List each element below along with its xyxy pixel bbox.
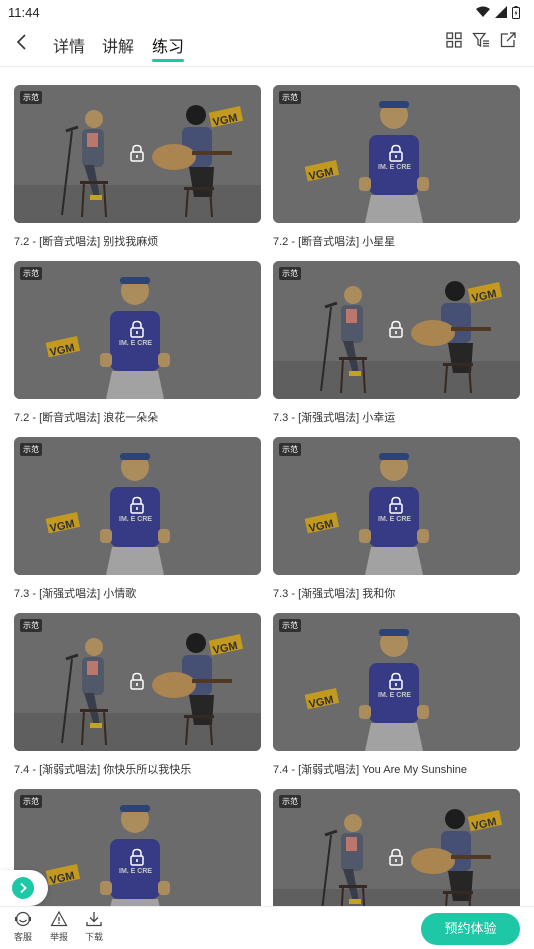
lock-icon — [129, 144, 145, 162]
demo-badge: 示范 — [279, 267, 301, 280]
floating-expand-button[interactable] — [0, 870, 48, 906]
lock-icon — [388, 672, 404, 690]
lock-icon — [129, 848, 145, 866]
warning-icon — [50, 910, 68, 927]
battery-icon — [512, 5, 520, 19]
report-label: 举报 — [49, 932, 68, 942]
status-icons — [476, 5, 520, 19]
video-thumbnail[interactable]: VGM 示范 — [273, 789, 520, 909]
practice-card[interactable]: IM. E CRE VGM 示范 7.2 - [断音式唱法] 浪花一朵朵 — [14, 261, 261, 425]
active-tab-indicator — [152, 59, 184, 62]
practice-card[interactable]: VGM 示范 7.3 - [渐强式唱法] 小幸运 — [273, 261, 520, 425]
lock-icon — [388, 320, 404, 338]
practice-card[interactable]: IM. E CRE VGM 示范 — [14, 789, 261, 909]
share-icon[interactable] — [499, 31, 517, 49]
lock-icon — [129, 496, 145, 514]
nav-bar: 详情 讲解 练习 — [0, 24, 534, 67]
lock-icon — [388, 144, 404, 162]
practice-card[interactable]: IM. E CRE VGM 示范 7.3 - [渐强式唱法] 小情歌 — [14, 437, 261, 601]
card-title: 7.2 - [断音式唱法] 浪花一朵朵 — [14, 412, 159, 424]
video-thumbnail[interactable]: IM. E CRE VGM 示范 — [14, 261, 261, 399]
wifi-icon — [476, 6, 490, 17]
lock-icon — [388, 496, 404, 514]
status-bar: 11:44 — [0, 0, 534, 24]
customer-service-label: 客服 — [13, 932, 32, 942]
download-button[interactable]: 下载 — [80, 910, 108, 943]
status-time: 11:44 — [8, 4, 40, 20]
tab-details[interactable]: 详情 — [53, 33, 85, 57]
practice-card[interactable]: VGM 示范 7.2 - [断音式唱法] 别找我麻烦 — [14, 85, 261, 249]
card-title: 7.3 - [渐强式唱法] 小幸运 — [273, 412, 396, 424]
card-title: 7.2 - [断音式唱法] 别找我麻烦 — [14, 236, 159, 248]
video-thumbnail[interactable]: IM. E CRE VGM 示范 — [273, 437, 520, 575]
demo-badge: 示范 — [20, 267, 42, 280]
lock-icon — [129, 320, 145, 338]
report-button[interactable]: 举报 — [45, 910, 73, 943]
lock-icon — [388, 848, 404, 866]
back-button[interactable] — [10, 30, 34, 54]
video-thumbnail[interactable]: IM. E CRE VGM 示范 — [14, 789, 261, 909]
lock-icon — [129, 672, 145, 690]
video-thumbnail[interactable]: IM. E CRE VGM 示范 — [273, 85, 520, 223]
tab-lecture[interactable]: 讲解 — [102, 33, 134, 57]
demo-badge: 示范 — [20, 619, 42, 632]
book-trial-button[interactable]: 预约体验 — [421, 913, 520, 945]
practice-card[interactable]: IM. E CRE VGM 示范 7.3 - [渐强式唱法] 我和你 — [273, 437, 520, 601]
tab-practice[interactable]: 练习 — [152, 33, 184, 57]
practice-card[interactable]: IM. E CRE VGM 示范 7.4 - [渐弱式唱法] You Are M… — [273, 613, 520, 777]
chevron-right-icon — [12, 877, 34, 899]
card-title: 7.2 - [断音式唱法] 小星星 — [273, 236, 396, 248]
video-thumbnail[interactable]: IM. E CRE VGM 示范 — [273, 613, 520, 751]
download-label: 下载 — [84, 932, 103, 942]
practice-card[interactable]: IM. E CRE VGM 示范 7.2 - [断音式唱法] 小星星 — [273, 85, 520, 249]
demo-badge: 示范 — [279, 443, 301, 456]
customer-service-button[interactable]: 客服 — [9, 910, 37, 943]
headset-icon — [15, 911, 31, 927]
card-title: 7.4 - [渐弱式唱法] You Are My Sunshine — [273, 764, 468, 776]
bottom-bar: 客服 举报 下载 预约体验 — [0, 906, 534, 949]
grid-view-icon[interactable] — [445, 31, 463, 49]
video-thumbnail[interactable]: VGM 示范 — [14, 85, 261, 223]
practice-card[interactable]: VGM 示范 — [273, 789, 520, 909]
chevron-left-icon — [16, 34, 26, 50]
demo-badge: 示范 — [20, 443, 42, 456]
card-title: 7.3 - [渐强式唱法] 小情歌 — [14, 588, 137, 600]
demo-badge: 示范 — [20, 91, 42, 104]
demo-badge: 示范 — [279, 795, 301, 808]
practice-grid: VGM 示范 7.2 - [断音式唱法] 别找我麻烦 IM. E CRE VGM… — [0, 67, 534, 909]
practice-card[interactable]: VGM 示范 7.4 - [渐弱式唱法] 你快乐所以我快乐 — [14, 613, 261, 777]
card-title: 7.3 - [渐强式唱法] 我和你 — [273, 588, 396, 600]
video-thumbnail[interactable]: VGM 示范 — [14, 613, 261, 751]
demo-badge: 示范 — [279, 619, 301, 632]
signal-icon — [495, 6, 507, 18]
demo-badge: 示范 — [279, 91, 301, 104]
video-thumbnail[interactable]: VGM 示范 — [273, 261, 520, 399]
card-title: 7.4 - [渐弱式唱法] 你快乐所以我快乐 — [14, 764, 192, 776]
download-icon — [86, 912, 102, 927]
demo-badge: 示范 — [20, 795, 42, 808]
video-thumbnail[interactable]: IM. E CRE VGM 示范 — [14, 437, 261, 575]
filter-icon[interactable] — [472, 31, 490, 49]
